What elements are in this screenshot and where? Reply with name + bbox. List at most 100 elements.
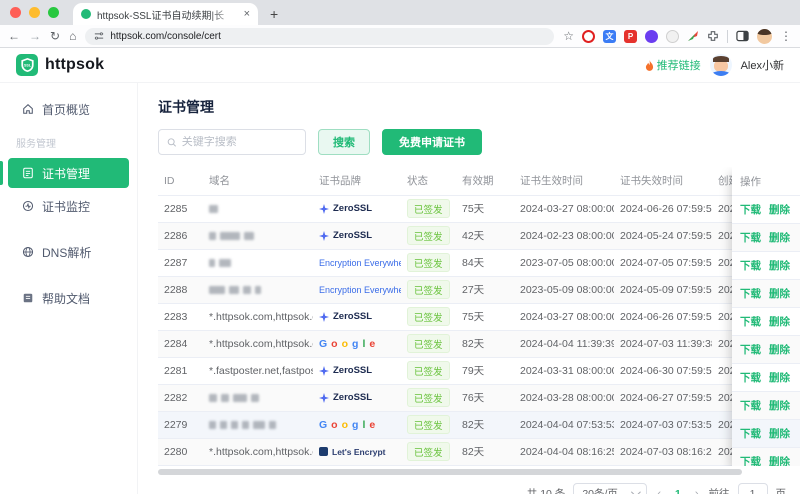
cell-status: 已签发 — [401, 303, 456, 331]
pdf-extension-icon[interactable]: P — [624, 29, 637, 43]
horizontal-scrollbar[interactable] — [158, 468, 800, 475]
menu-kebab-icon[interactable]: ⋮ — [780, 29, 792, 43]
current-page[interactable]: 1 — [671, 488, 685, 494]
download-link[interactable]: 下载 — [740, 314, 761, 329]
home-icon[interactable]: ⌂ — [69, 30, 76, 42]
cell-domain — [203, 249, 313, 277]
table-row[interactable]: 2281*.fastposter.net,fastposte... ZeroSSL… — [158, 357, 800, 385]
cell-domain: *.httpsok.com,httpsok.com — [203, 438, 313, 466]
delete-link[interactable]: 删除 — [769, 314, 790, 329]
cell-start-time: 2024-02-23 08:00:00 — [514, 222, 614, 250]
cell-end-time: 2024-06-26 07:59:59 — [614, 195, 712, 223]
table-row[interactable]: 2279 Go o g l e 已签发 82天 2024-04-04 07:53:53 2024-… — [158, 411, 800, 439]
address-bar[interactable]: httpsok.com/console/cert — [85, 27, 555, 45]
back-icon[interactable]: ← — [8, 30, 20, 42]
status-badge: 已签发 — [407, 280, 450, 299]
download-link[interactable]: 下载 — [740, 454, 761, 466]
cell-validity: 42天 — [456, 222, 514, 250]
delete-link[interactable]: 删除 — [769, 426, 790, 441]
cell-validity: 79天 — [456, 357, 514, 385]
browser-profile-avatar[interactable] — [757, 28, 772, 44]
apply-cert-button[interactable]: 免费申请证书 — [382, 129, 482, 155]
purple-extension-icon[interactable] — [645, 29, 658, 43]
sidebar-item-label: DNS解析 — [42, 245, 92, 260]
ops-cell: 下载 删除 — [732, 448, 800, 466]
cell-validity: 75天 — [456, 303, 514, 331]
cell-status: 已签发 — [401, 411, 456, 439]
table-row[interactable]: 2284*.httpsok.com,httpsok.com Google 已签发 82… — [158, 330, 800, 358]
goto-page-input[interactable] — [737, 482, 768, 494]
scrollbar-thumb[interactable] — [158, 468, 743, 475]
app-logo[interactable]: SSL httpsok — [16, 54, 104, 76]
delete-link[interactable]: 删除 — [769, 454, 790, 466]
cell-domain: *.fastposter.net,fastposte... — [203, 357, 313, 385]
sidebar-item-cert-monitor[interactable]: 证书监控 — [8, 192, 129, 220]
delete-link[interactable]: 删除 — [769, 258, 790, 273]
sidebar-item-home[interactable]: 首页概览 — [8, 95, 129, 123]
ops-cell: 下载 删除 — [732, 364, 800, 392]
window-minimize-button[interactable] — [29, 7, 40, 18]
table-row[interactable]: 2286 ZeroSSL 已签发 42天 2024-02-23 08:00:00 2024… — [158, 222, 800, 250]
cell-brand: ZeroSSL — [313, 303, 401, 331]
page-size-select[interactable]: 20条/页 — [573, 482, 648, 494]
ops-cell: 下载 删除 — [732, 308, 800, 336]
download-link[interactable]: 下载 — [740, 342, 761, 357]
zerossl-logo: ZeroSSL — [319, 365, 395, 376]
delete-link[interactable]: 删除 — [769, 230, 790, 245]
svg-text:SSL: SSL — [23, 64, 31, 68]
table-row[interactable]: 2280*.httpsok.com,httpsok.com Let's Encry… — [158, 438, 800, 466]
cell-id: 2279 — [158, 411, 203, 439]
sidebar-item-help-docs[interactable]: 帮助文档 — [8, 284, 129, 312]
table-row[interactable]: 2285 ZeroSSL 已签发 75天 2024-03-27 08:00:00 2024… — [158, 195, 800, 223]
extensions-puzzle-icon[interactable] — [707, 30, 719, 42]
download-link[interactable]: 下载 — [740, 398, 761, 413]
cell-start-time: 2024-03-31 08:00:00 — [514, 357, 614, 385]
globe-extension-icon[interactable] — [666, 29, 679, 43]
search-input[interactable] — [181, 136, 297, 148]
status-badge: 已签发 — [407, 226, 450, 245]
search-input-wrap[interactable] — [158, 129, 306, 155]
delete-link[interactable]: 删除 — [769, 370, 790, 385]
sidebar-item-cert-management[interactable]: 证书管理 — [0, 158, 129, 188]
referral-link[interactable]: 推荐链接 — [645, 57, 701, 73]
download-link[interactable]: 下载 — [740, 258, 761, 273]
side-panel-icon[interactable] — [736, 30, 749, 42]
download-link[interactable]: 下载 — [740, 370, 761, 385]
delete-link[interactable]: 删除 — [769, 286, 790, 301]
user-avatar[interactable] — [709, 54, 732, 76]
table-row[interactable]: 2282 ZeroSSL 已签发 76天 2024-03-28 08:00:00 2024… — [158, 384, 800, 412]
sidebar-item-dns[interactable]: DNS解析 — [8, 238, 129, 266]
delete-link[interactable]: 删除 — [769, 202, 790, 217]
search-button[interactable]: 搜索 — [318, 129, 370, 155]
forward-icon[interactable]: → — [29, 30, 41, 42]
tab-close-icon[interactable]: × — [244, 8, 250, 20]
dart-extension-icon[interactable] — [687, 30, 699, 42]
delete-link[interactable]: 删除 — [769, 342, 790, 357]
prev-page-button[interactable]: ‹ — [655, 488, 663, 494]
translate-extension-icon[interactable]: 文 — [603, 29, 616, 43]
red-circle-extension-icon[interactable] — [582, 29, 595, 43]
header-right: 推荐链接 Alex小新 — [645, 54, 784, 76]
site-settings-icon[interactable] — [94, 31, 104, 41]
delete-link[interactable]: 删除 — [769, 398, 790, 413]
google-logo: Google — [319, 337, 376, 350]
new-tab-button[interactable]: + — [270, 3, 278, 25]
download-link[interactable]: 下载 — [740, 202, 761, 217]
zerossl-logo: ZeroSSL — [319, 392, 395, 403]
window-zoom-button[interactable] — [48, 7, 59, 18]
browser-tab[interactable]: httpsok-SSL证书自动续期|长 × — [73, 3, 258, 25]
download-link[interactable]: 下载 — [740, 426, 761, 441]
table-row[interactable]: 2283*.httpsok.com,httpsok.com ZeroSSL 已签发 7… — [158, 303, 800, 331]
bookmark-star-icon[interactable]: ☆ — [563, 29, 574, 43]
next-page-button[interactable]: › — [693, 488, 701, 494]
ops-fixed-column: 操作 下载 删除 下载 删除 下载 删除 下载 删除 下载 删除 下载 删除 下载 删除 下载 删除 下载 删除下… — [732, 167, 800, 466]
download-link[interactable]: 下载 — [740, 230, 761, 245]
reload-icon[interactable]: ↻ — [50, 30, 60, 42]
username[interactable]: Alex小新 — [741, 57, 784, 73]
download-link[interactable]: 下载 — [740, 286, 761, 301]
table-row[interactable]: 2287 Encryption Everywhere™ 已签发 84天2023-07-… — [158, 249, 800, 277]
window-close-button[interactable] — [10, 7, 21, 18]
table-row[interactable]: 2288 Encryption Everywhere™ 已签发 27天2023-05-… — [158, 276, 800, 304]
google-logo: Google — [319, 418, 376, 431]
help-doc-icon — [23, 293, 33, 303]
